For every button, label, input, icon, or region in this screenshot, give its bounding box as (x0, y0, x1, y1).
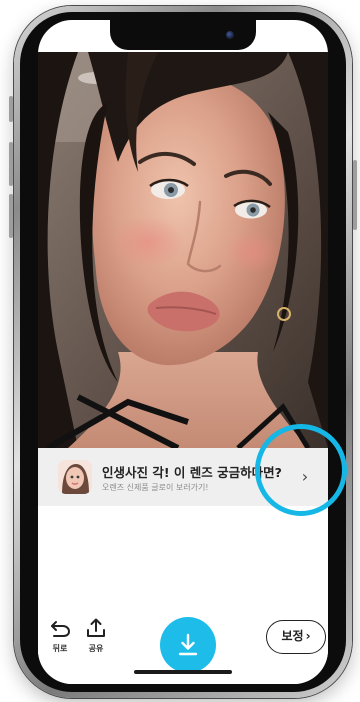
share-label: 공유 (88, 644, 104, 653)
lens-model-thumbnail (58, 460, 92, 494)
banner-subtitle: 오렌즈 신제품 글로이 보러가기! (102, 483, 209, 492)
save-button[interactable] (160, 617, 216, 673)
edit-button[interactable]: 보정 › (266, 620, 326, 654)
download-arrow-icon (178, 633, 198, 656)
share-button[interactable]: 공유 (76, 618, 116, 654)
banner-thumbnail (58, 460, 92, 494)
home-indicator (134, 670, 232, 674)
phone-volume-down-button (9, 194, 13, 238)
back-button[interactable]: 뒤로 (40, 620, 80, 654)
notch (110, 20, 256, 50)
front-camera-icon (226, 31, 234, 39)
device-mockup: 인생사진 각! 이 렌즈 궁금하다면? 오렌즈 신제품 글로이 보러가기! › … (0, 0, 360, 702)
phone-side-button (9, 96, 13, 122)
photo-preview (38, 52, 328, 448)
back-label: 뒤로 (52, 644, 68, 653)
highlight-ring (255, 424, 347, 516)
edit-label: 보정 (281, 629, 304, 643)
chevron-right-icon: › (305, 629, 311, 643)
portrait-photo (38, 52, 328, 448)
phone-volume-up-button (9, 142, 13, 186)
app-screen: 인생사진 각! 이 렌즈 궁금하다면? 오렌즈 신제품 글로이 보러가기! › … (38, 20, 328, 684)
share-upload-icon (87, 618, 105, 637)
bottom-toolbar: 뒤로 공유 보정 › (38, 506, 328, 684)
phone-power-button (353, 160, 357, 230)
undo-arrow-icon (51, 621, 71, 637)
